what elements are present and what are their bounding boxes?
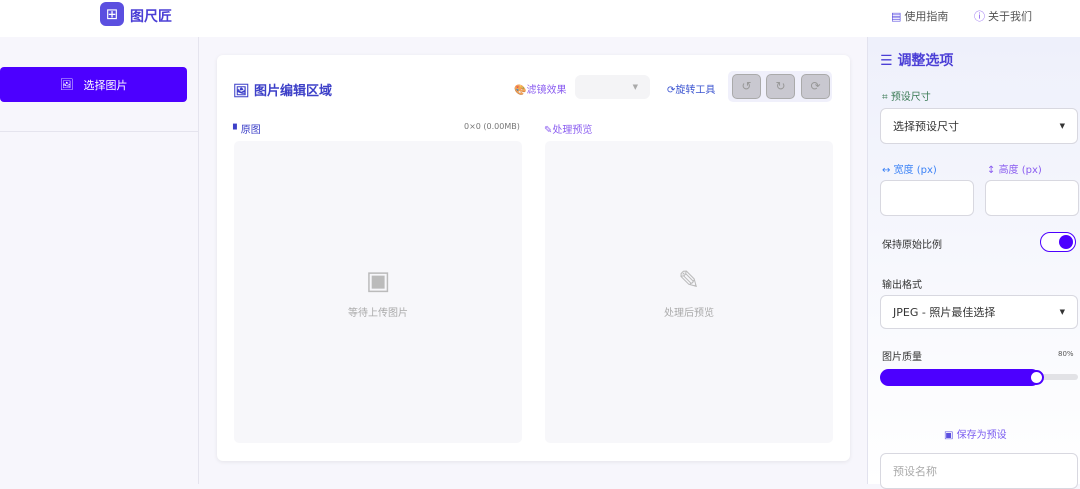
format-select[interactable]: JPEG - 照片最佳选择 ▼ <box>880 295 1078 329</box>
rotate-group: ↺ ↻ ⟳ <box>728 71 832 102</box>
keep-ratio-toggle[interactable] <box>1040 232 1076 252</box>
editor-card: 🖼 图片编辑区域 🎨滤镜效果 ▼ ⟳旋转工具 ↺ ↻ ⟳ ▘原图 0×0 (0.… <box>217 55 850 461</box>
divider <box>0 131 199 132</box>
image-icon: 🖼 <box>59 78 74 91</box>
rotate-right-button[interactable]: ↻ <box>766 74 795 99</box>
file-image-icon: ▘ <box>233 125 241 136</box>
height-label: ↕ 高度 (px) <box>987 165 1042 176</box>
image-icon: ▣ <box>365 265 391 296</box>
preview-pane: ✎ 处理后预览 <box>545 141 833 443</box>
original-label: ▘原图 <box>233 125 261 136</box>
image-icon: 🖼 <box>233 84 255 99</box>
arrows-v-icon: ↕ <box>987 165 999 176</box>
preview-label: ✎处理预览 <box>544 125 593 136</box>
preset-size-label: ⌗ 预设尺寸 <box>882 92 931 103</box>
save-preset-button[interactable]: ▣ 保存为预设 <box>944 426 1007 441</box>
options-title: ☰ 调整选项 <box>880 53 954 69</box>
pencil-icon: ✎ <box>678 265 700 296</box>
top-bar: ⊞ 图尺匠 ▤ 使用指南 ⓘ 关于我们 <box>0 0 1080 37</box>
select-image-button[interactable]: 🖼 选择图片 <box>0 67 187 102</box>
logo-icon: ⊞ <box>100 2 124 26</box>
editor-title: 🖼 图片编辑区域 <box>233 84 333 99</box>
sliders-icon: ☰ <box>880 53 898 69</box>
width-input[interactable] <box>880 180 974 216</box>
rotate-left-button[interactable]: ↺ <box>732 74 761 99</box>
nav-guide[interactable]: ▤ 使用指南 <box>891 8 948 24</box>
info-icon: ⓘ <box>974 10 985 23</box>
arrows-h-icon: ↔ <box>882 165 894 176</box>
save-icon: ▣ <box>944 430 957 441</box>
crop-icon: ⌗ <box>882 92 891 103</box>
original-info: 0×0 (0.00MB) <box>464 122 520 131</box>
keep-ratio-label: 保持原始比例 <box>882 240 942 251</box>
quality-value: 80% <box>1058 350 1074 358</box>
options-panel: ☰ 调整选项 ⌗ 预设尺寸 选择预设尺寸 ▼ ↔ 宽度 (px) ↕ 高度 (px… <box>867 37 1080 489</box>
preset-size-select[interactable]: 选择预设尺寸 ▼ <box>880 108 1078 144</box>
original-pane: ▣ 等待上传图片 <box>234 141 522 443</box>
palette-icon: 🎨 <box>514 85 527 96</box>
rotate-label: ⟳旋转工具 <box>667 85 716 96</box>
filter-select[interactable]: ▼ <box>575 75 650 99</box>
quality-label: 图片质量 <box>882 352 922 363</box>
quality-slider[interactable] <box>880 369 1078 386</box>
height-input[interactable] <box>985 180 1079 216</box>
width-label: ↔ 宽度 (px) <box>882 165 937 176</box>
nav-about[interactable]: ⓘ 关于我们 <box>974 8 1032 24</box>
brand-name: 图尺匠 <box>130 9 172 25</box>
reset-rotation-button[interactable]: ⟳ <box>801 74 830 99</box>
left-sidebar <box>0 37 199 484</box>
format-label: 输出格式 <box>882 280 922 291</box>
book-icon: ▤ <box>891 9 902 23</box>
filter-label: 🎨滤镜效果 <box>514 85 567 96</box>
